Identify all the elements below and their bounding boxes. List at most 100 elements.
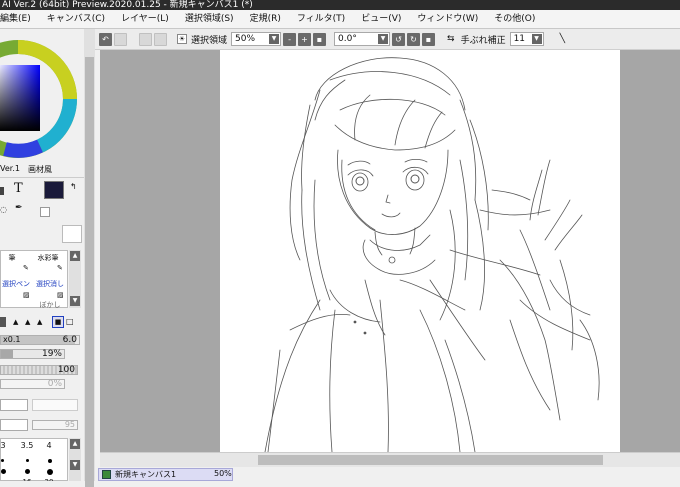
menu-edit[interactable]: 編集(E) [0,10,39,29]
size-cell-4[interactable]: 4 [41,441,57,450]
invert-selection-button[interactable] [154,32,167,46]
brush-shape-row: ▲ ▲ ▲ ■ □ [0,316,84,328]
density-slider[interactable]: 19% [0,349,65,359]
tool-icon-partial[interactable] [0,187,4,195]
shape-triangle-icon[interactable]: ▲ [13,318,18,326]
transparent-swatch[interactable] [40,207,50,217]
size-dot[interactable] [25,469,30,474]
brush-fude[interactable]: 筆 [0,251,27,265]
shape-square-icon[interactable]: ■ [52,316,64,328]
tab-canvas[interactable]: 新規キャンバス1 [98,468,233,481]
stabilizer-select[interactable]: 11 ▼ [509,32,544,46]
rotate-left-button[interactable]: ↺ [392,32,406,46]
size-cell-3-5[interactable]: 3.5 [19,441,35,450]
eyedropper-icon[interactable]: ✒ [15,203,23,213]
slider-fill [1,350,13,358]
canvas-horizontal-scrollbar[interactable] [100,452,680,467]
size-dot[interactable] [26,459,29,462]
pen-icon: ✎ [23,264,29,272]
mix-mode-select[interactable] [0,419,28,431]
toolbar: ↶ ☀ 選択領域 50% ▼ - + ▪ 0.0° ▼ ↺ ↻ ▪ ⇆ 手ぶれ補… [95,29,680,50]
brush-select-pen[interactable]: 選択ペン [1,277,31,291]
main-color-swatch[interactable] [44,181,64,199]
pressure-slider[interactable]: 100 [0,365,78,375]
brush-watercolor[interactable]: 水彩筆 [33,251,63,265]
angle-value: 0.0° [338,34,357,44]
canvas-tabs: 新規キャンバス1 50% [95,467,680,481]
canvas-area-right [645,50,680,452]
zoom-reset-button[interactable]: ▪ [313,32,327,46]
brush-list: 筆 水彩筆 ✎ ✎ 選択ペン 選択消し ▨ ▨ ぼかし [0,250,68,309]
rotate-right-button[interactable]: ↻ [407,32,421,46]
menu-filter[interactable]: フィルタ(T) [289,10,353,29]
swap-colors-icon[interactable]: ↰ [70,182,77,191]
canvas-doc-icon [102,470,111,479]
brush-list-scrollbar[interactable]: ▲ ▼ [69,250,81,308]
sketch-drawing [264,57,600,452]
zoom-out-button[interactable]: - [283,32,297,46]
value-overlay [0,65,40,131]
canvas-area[interactable] [100,50,645,452]
zoom-in-button[interactable]: + [298,32,312,46]
zoom-value: 50% [235,34,256,44]
scroll-thumb[interactable] [85,57,94,487]
secondary-color-swatch[interactable] [62,225,82,243]
undo-button[interactable]: ↶ [99,32,112,46]
brush-mode-select[interactable] [0,399,28,411]
left-panel-scrollbar[interactable] [84,29,95,487]
divider [0,177,84,178]
size-dot[interactable] [1,459,4,462]
brush-blur[interactable]: ぼかし [35,301,65,309]
color-wheel[interactable] [0,29,84,164]
shape-empty-square-icon[interactable]: □ [66,317,74,326]
size-dot[interactable] [1,469,6,474]
shape-partial-icon[interactable] [0,317,6,327]
flip-icon[interactable]: ⇆ [445,34,457,44]
scroll-up-icon[interactable]: ▲ [70,439,80,449]
size-dot[interactable] [47,469,53,475]
chevron-down-icon: ▼ [269,34,280,44]
blend-slider[interactable]: 0% [0,379,65,389]
scroll-thumb[interactable] [258,455,603,465]
brush-icon: ✎ [57,264,63,272]
scroll-down-icon[interactable]: ▼ [70,296,80,306]
select-pen-icon: ▨ [23,291,30,299]
hue-ring-blue [3,139,43,158]
shape-flat-icon[interactable]: ▲ [25,318,30,326]
text-tool[interactable]: T [14,181,23,196]
menu-selection[interactable]: 選択領域(S) [177,10,242,29]
menu-ruler[interactable]: 定規(R) [242,10,289,29]
size-cell-3[interactable]: 3 [0,441,11,450]
mix-slider[interactable]: 95 [32,420,78,430]
angle-select[interactable]: 0.0° ▼ [334,32,391,46]
title-bar: AI Ver.2 (64bit) Preview.2020.01.25 - 新規… [0,0,680,10]
menu-view[interactable]: ビュー(V) [353,10,409,29]
density-value: 19% [41,349,62,359]
left-panel: Ver.1 画材風 T ↰ ◌ ✒ 筆 水彩筆 ✎ ✎ 選択ペン 選択消し ▨ … [0,29,95,481]
shape-wide-icon[interactable]: ▲ [37,318,42,326]
rotate-reset-button[interactable]: ▪ [422,32,436,46]
menu-window[interactable]: ウィンドウ(W) [409,10,486,29]
select-eraser-icon: ▨ [57,291,64,299]
scroll-up-icon[interactable]: ▲ [70,251,80,261]
size-value: 6.0 [62,335,77,345]
size-grid-scrollbar[interactable]: ▲ ▼ [69,438,81,481]
selection-checkbox[interactable]: ☀ [177,34,187,44]
brush-select-eraser[interactable]: 選択消し [35,277,65,291]
menu-layer[interactable]: レイヤー(L) [113,10,177,29]
size-multiplier: x0.1 [3,335,21,344]
paper-label: 画材風 [28,165,52,174]
move-tool-icon[interactable]: ◌ [0,205,7,214]
menu-canvas[interactable]: キャンバス(C) [39,10,113,29]
redo-button[interactable] [114,32,127,46]
deselect-button[interactable] [139,32,152,46]
line-tool-icon[interactable]: ╲ [558,34,567,44]
menu-other[interactable]: その他(O) [486,10,543,29]
scroll-down-icon[interactable]: ▼ [70,460,80,470]
canvas-name: 新規キャンバス1 [115,470,177,479]
brush-texture-select[interactable] [32,399,78,411]
size-slider[interactable]: x0.1 6.0 [0,335,80,345]
size-dot[interactable] [48,459,52,463]
zoom-select[interactable]: 50% ▼ [231,32,282,46]
drawing-canvas[interactable] [220,50,620,452]
